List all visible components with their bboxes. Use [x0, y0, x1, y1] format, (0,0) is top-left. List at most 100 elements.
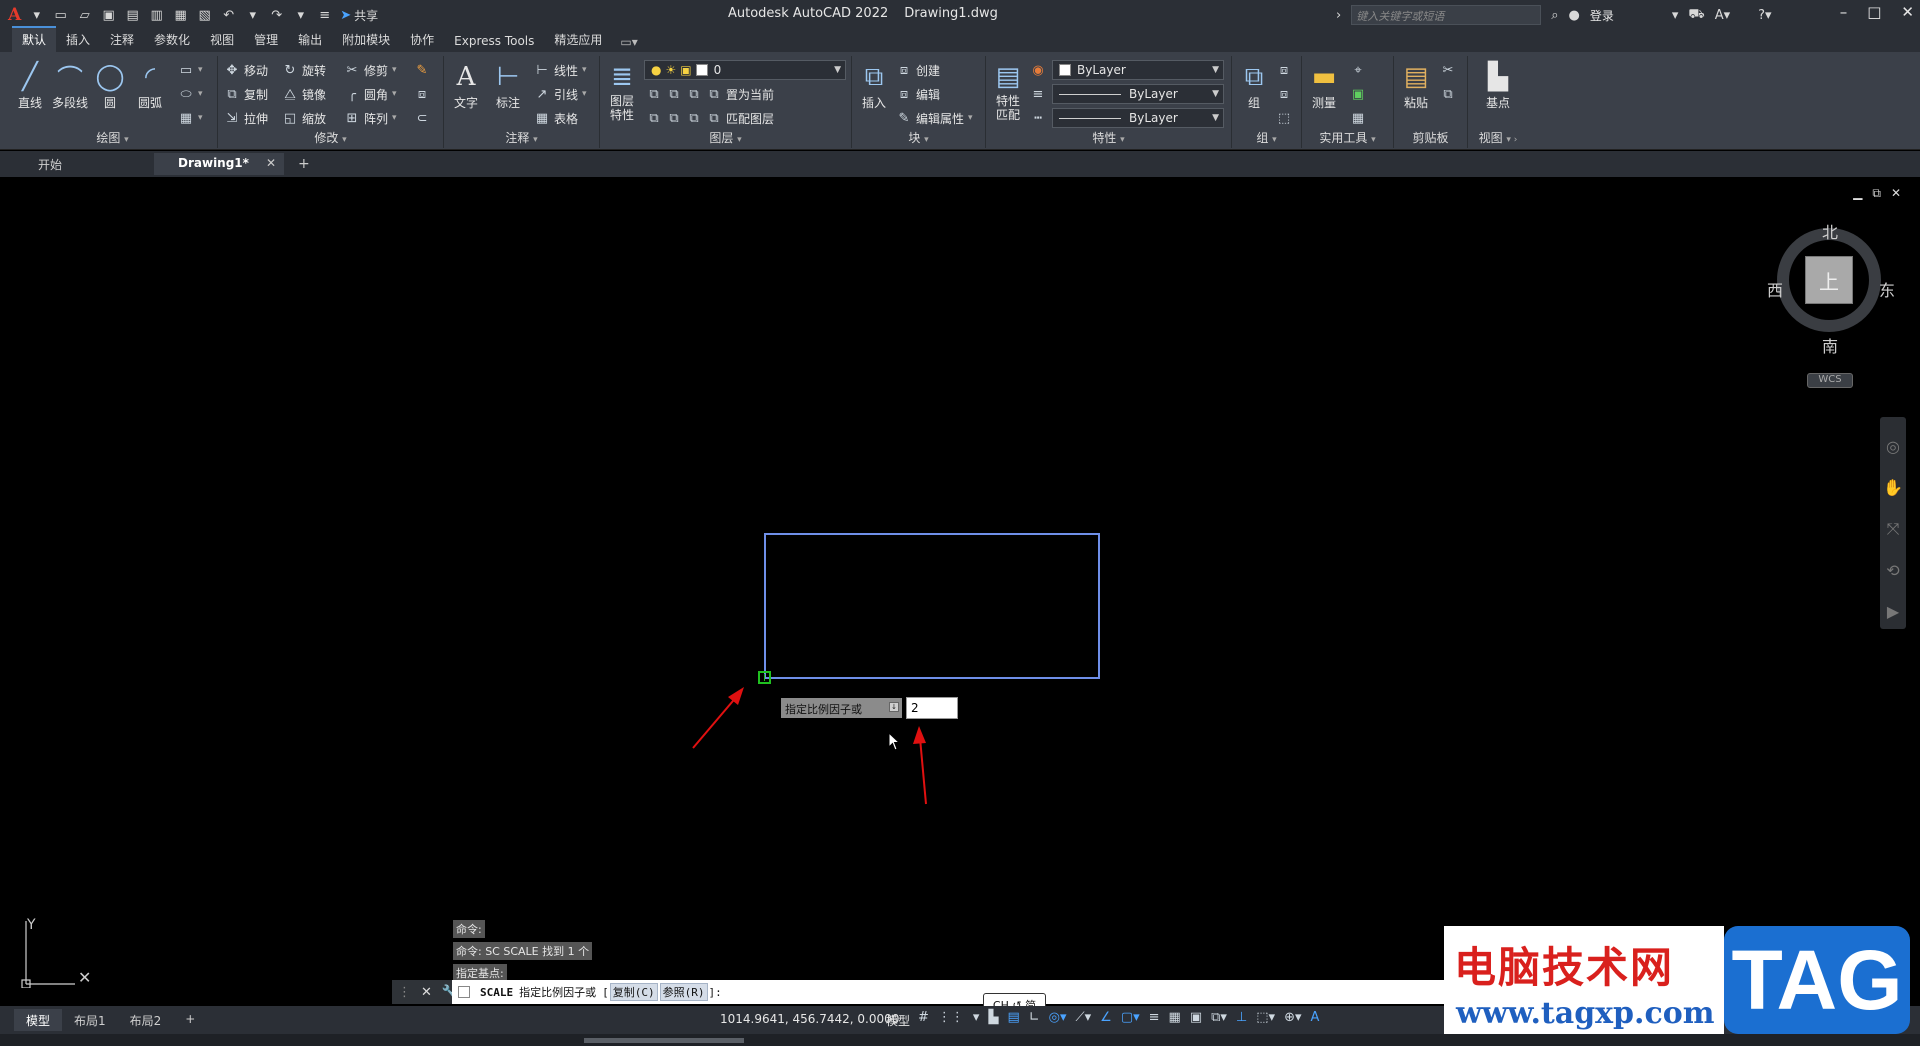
layout-tab-model[interactable]: 模型 [14, 1009, 63, 1031]
selection-filter-icon[interactable]: ⬚▾ [1256, 1010, 1275, 1025]
orbit-icon[interactable]: ⟲ [1886, 561, 1899, 580]
tab-parametric[interactable]: 参数化 [144, 28, 200, 52]
new-tab-icon[interactable]: + [298, 156, 310, 172]
tab-collaborate[interactable]: 协作 [400, 28, 444, 52]
horizontal-scroll-thumb[interactable] [584, 1038, 744, 1043]
recent-commands-icon[interactable] [458, 986, 470, 998]
tab-default[interactable]: 默认 [12, 26, 57, 52]
fillet-button[interactable]: ╭ 圆角 ▾ [344, 84, 396, 104]
linear-button[interactable]: ⊢ 线性 ▾ [534, 60, 586, 80]
user-icon[interactable]: ● [1568, 8, 1579, 23]
tab-output[interactable]: 输出 [288, 28, 332, 52]
undo-icon[interactable]: ↶ [220, 7, 237, 24]
table-button[interactable]: ▦ 表格 [534, 108, 578, 128]
viewport-minimize-icon[interactable]: ▁ [1853, 186, 1862, 201]
help-icon[interactable]: ?▾ [1758, 8, 1771, 23]
selection-cycling-icon[interactable]: ▣ [1190, 1010, 1202, 1025]
edit-attributes-button[interactable]: ✎ 编辑属性 ▾ [896, 108, 973, 128]
tab-manage[interactable]: 管理 [244, 28, 288, 52]
layer-tools-row-2[interactable]: ⧉ ⧉ ⧉ ⧉ 置为当前 [646, 84, 774, 104]
panel-block-label[interactable]: 块 ▾ [852, 129, 985, 146]
steering-wheel-icon[interactable]: ◎ [1886, 437, 1900, 456]
tab-annotate[interactable]: 注释 [100, 28, 144, 52]
color-wheel-button[interactable]: ◉ [1030, 60, 1046, 80]
lineweight-icon-button[interactable]: ≡ [1030, 84, 1046, 104]
offset-button[interactable]: ⊂ [414, 108, 430, 128]
scale-button[interactable]: ◱ 缩放 [282, 108, 326, 128]
share-button[interactable]: ➤ 共享 [340, 7, 378, 24]
ribbon-display-toggle-icon[interactable]: ▭▾ [612, 32, 645, 52]
group-select-button[interactable]: ⬚ [1276, 108, 1292, 128]
dynamic-input-icon[interactable]: ▤ [1007, 1010, 1019, 1025]
panel-draw-label[interactable]: 绘图 ▾ [8, 129, 217, 146]
trim-button[interactable]: ✂ 修剪 ▾ [344, 60, 397, 80]
wcs-menu-button[interactable]: WCS [1807, 373, 1853, 388]
panel-view-label[interactable]: 视图 ▾ › [1468, 129, 1528, 146]
maximize-icon[interactable]: □ [1867, 3, 1881, 21]
app-menu-dropdown-icon[interactable]: ▾ [28, 7, 45, 24]
polyline-button[interactable]: ⌒ 多段线 [50, 60, 90, 111]
option-reference[interactable]: 参照(R) [659, 983, 708, 1001]
snap-icon[interactable]: ⋮⋮ [938, 1010, 964, 1025]
mirror-button[interactable]: ⧋ 镜像 [282, 84, 326, 104]
customize-qat-icon[interactable]: ≡ [316, 7, 333, 24]
panel-layers-label[interactable]: 图层 ▾ [600, 129, 851, 146]
app-menu-button[interactable]: A [8, 5, 21, 25]
polar-icon[interactable]: ◎▾ [1049, 1010, 1067, 1025]
edit-block-button[interactable]: ⧈ 编辑 [896, 84, 940, 104]
save-icon[interactable]: ▣ [100, 7, 117, 24]
color-dropdown[interactable]: ByLayer ▼ [1052, 60, 1224, 80]
tab-view[interactable]: 视图 [200, 28, 244, 52]
minimize-icon[interactable]: – [1840, 3, 1848, 21]
annotation-visibility-icon[interactable]: A [1311, 1010, 1320, 1025]
redo-icon[interactable]: ↷ [268, 7, 285, 24]
option-copy[interactable]: 复制(C) [609, 983, 658, 1001]
stretch-button[interactable]: ⇲ 拉伸 [224, 108, 268, 128]
isodraft-icon[interactable]: ⟋▾ [1076, 1010, 1092, 1025]
hatch-tool[interactable]: ▦ ▾ [178, 108, 203, 128]
open-web-icon[interactable]: ▥ [148, 7, 165, 24]
close-icon[interactable]: ✕ [1901, 3, 1914, 21]
add-layout-icon[interactable]: + [173, 1009, 207, 1031]
pan-hand-icon[interactable]: ✋ [1883, 478, 1903, 497]
lineweight-toggle-icon[interactable]: ≡ [1149, 1010, 1160, 1025]
object-snap-icon[interactable]: ▢▾ [1121, 1010, 1140, 1025]
layer-properties-button[interactable]: ≣ 图层特性 [602, 60, 642, 122]
base-view-button[interactable]: ▙ 基点 [1478, 60, 1518, 111]
utility-tool-1[interactable]: ⌖ [1350, 60, 1366, 80]
utility-tool-2[interactable]: ▣ [1350, 84, 1366, 104]
file-tab-drawing1[interactable]: Drawing1* ✕ [154, 153, 284, 175]
compass-south[interactable]: 南 [1822, 333, 1838, 357]
ungroup-button[interactable]: ⧈ [1276, 60, 1292, 80]
rotate-button[interactable]: ↻ 旋转 [282, 60, 326, 80]
linetype-icon-button[interactable]: ┅ [1030, 108, 1046, 128]
measure-button[interactable]: ▬ 测量 [1304, 60, 1344, 111]
model-space-toggle[interactable]: 模型 [886, 1012, 910, 1029]
login-dropdown-icon[interactable]: ▾ [1672, 8, 1679, 23]
selected-rectangle[interactable] [764, 533, 1100, 679]
zoom-extents-icon[interactable]: ⤧ [1887, 519, 1900, 539]
copy-button[interactable]: ⧉ 复制 [224, 84, 268, 104]
layout-tab-layout1[interactable]: 布局1 [62, 1009, 118, 1031]
layer-dropdown[interactable]: ● ☀ ▣ 0 ▼ [644, 60, 846, 80]
viewcube-top-face[interactable]: 上 [1805, 256, 1853, 304]
login-button[interactable]: 登录 [1590, 7, 1614, 24]
dynamic-ucs-icon[interactable]: ⊥ [1236, 1010, 1247, 1025]
cart-icon[interactable]: ⛟ [1688, 7, 1704, 24]
3d-osnap-icon[interactable]: ⧉▾ [1211, 1010, 1227, 1025]
group-edit-button[interactable]: ⧈ [1276, 84, 1292, 104]
group-button[interactable]: ⧉ 组 [1234, 60, 1274, 111]
layout-tab-layout2[interactable]: 布局2 [118, 1009, 174, 1031]
panel-annotation-label[interactable]: 注释 ▾ [444, 129, 599, 146]
paste-button[interactable]: ▤ 粘贴 [1396, 60, 1436, 111]
panel-groups-label[interactable]: 组 ▾ [1232, 129, 1301, 146]
compass-north[interactable]: 北 [1822, 219, 1838, 243]
redo-dropdown-icon[interactable]: ▾ [292, 7, 309, 24]
erase-button[interactable]: ✎ [414, 60, 430, 80]
keyboard-arrow-icon[interactable]: ↓ [889, 702, 899, 712]
match-properties-button[interactable]: ▤ 特性匹配 [988, 60, 1028, 122]
coordinates-readout[interactable]: 1014.9641, 456.7442, 0.0000 [720, 1012, 899, 1026]
object-snap-tracking-icon[interactable]: ∠ [1100, 1010, 1112, 1025]
expand-search-icon[interactable]: › [1336, 8, 1341, 23]
snap-dropdown-icon[interactable]: ▾ [973, 1010, 980, 1025]
